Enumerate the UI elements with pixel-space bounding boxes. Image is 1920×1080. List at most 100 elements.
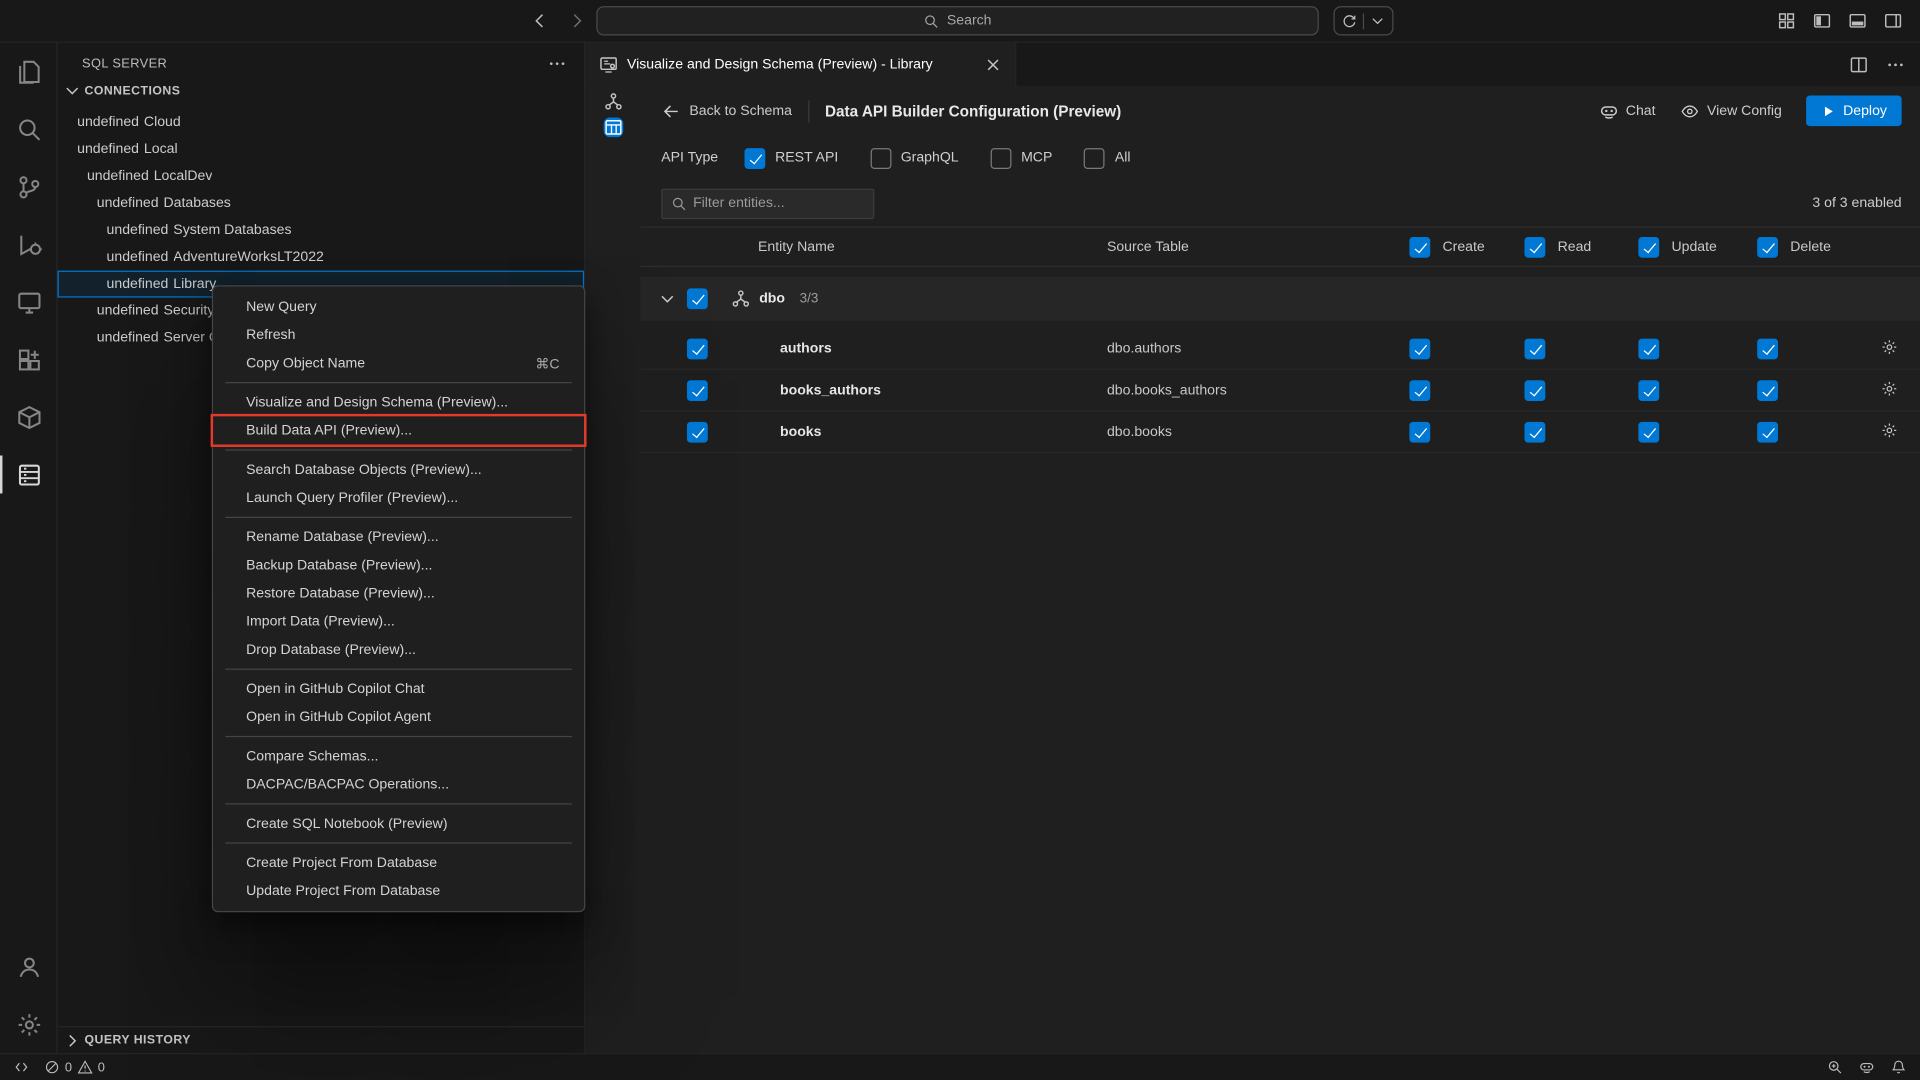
group-checkbox[interactable]	[687, 288, 708, 309]
api-type-all-checkbox[interactable]	[1084, 148, 1105, 169]
menu-item-compare-schemas[interactable]: Compare Schemas...	[213, 742, 584, 770]
chat-button[interactable]: Chat	[1599, 101, 1656, 121]
tree-item-databases[interactable]: undefined Databases	[58, 190, 585, 217]
menu-item-build-data-api-preview[interactable]: Build Data API (Preview)...	[213, 416, 584, 444]
api-type-graphql-checkbox[interactable]	[870, 148, 891, 169]
connections-pane-header[interactable]: CONNECTIONS	[58, 77, 585, 104]
perm-read-checkbox[interactable]	[1525, 421, 1546, 442]
menu-item-dacpac-bacpac-operations[interactable]: DACPAC/BACPAC Operations...	[213, 770, 584, 798]
query-history-pane-header[interactable]: QUERY HISTORY	[58, 1026, 585, 1053]
perm-delete-checkbox[interactable]	[1757, 338, 1778, 359]
remote-indicator-icon[interactable]	[13, 1059, 29, 1075]
perm-delete-checkbox[interactable]	[1757, 421, 1778, 442]
entity-checkbox[interactable]	[687, 380, 708, 401]
nav-back-icon[interactable]	[530, 11, 550, 31]
split-editor-icon[interactable]	[1849, 54, 1869, 74]
tree-item-system-databases[interactable]: undefined System Databases	[58, 217, 585, 244]
perm-update-checkbox[interactable]	[1638, 421, 1659, 442]
api-type-mcp-checkbox[interactable]	[990, 148, 1011, 169]
menu-item-open-in-github-copilot-agent[interactable]: Open in GitHub Copilot Agent	[213, 703, 584, 731]
notifications-bell-icon[interactable]	[1891, 1059, 1907, 1075]
menu-item-search-database-objects-preview[interactable]: Search Database Objects (Preview)...	[213, 456, 584, 484]
data-api-builder-icon[interactable]	[604, 118, 624, 138]
api-type-mcp[interactable]: MCP	[990, 148, 1052, 169]
zoom-icon[interactable]	[1827, 1059, 1843, 1075]
editor-more-actions-icon[interactable]	[1886, 54, 1906, 74]
menu-item-new-query[interactable]: New Query	[213, 293, 584, 321]
menu-item-create-sql-notebook-preview[interactable]: Create SQL Notebook (Preview)	[213, 809, 584, 837]
perm-create-checkbox[interactable]	[1409, 380, 1430, 401]
activity-run-debug-icon[interactable]	[0, 216, 58, 274]
perm-create-header-checkbox[interactable]	[1409, 236, 1430, 257]
activity-account-icon[interactable]	[0, 938, 58, 996]
activity-source-control-icon[interactable]	[0, 158, 58, 216]
layout-mode-button[interactable]	[1333, 6, 1393, 35]
tab-visualize-design-schema[interactable]: Visualize and Design Schema (Preview) - …	[587, 43, 1017, 86]
activity-search-icon[interactable]	[0, 100, 58, 158]
deploy-button[interactable]: Deploy	[1806, 96, 1901, 127]
tree-item-local[interactable]: undefined Local	[58, 136, 585, 163]
tree-item-localdev[interactable]: undefined LocalDev	[58, 163, 585, 190]
activity-files-icon[interactable]	[0, 43, 58, 101]
menu-item-refresh[interactable]: Refresh	[213, 321, 584, 349]
toggle-primary-sidebar-icon[interactable]	[1812, 11, 1832, 31]
tree-item-label: AdventureWorksLT2022	[173, 250, 324, 265]
customize-layout-icon[interactable]	[1777, 11, 1797, 31]
eye-icon	[1680, 101, 1700, 121]
chevron-down-icon[interactable]	[658, 289, 678, 309]
menu-item-visualize-and-design-schema-preview[interactable]: Visualize and Design Schema (Preview)...	[213, 388, 584, 416]
perm-read-header-checkbox[interactable]	[1525, 236, 1546, 257]
perm-update-checkbox[interactable]	[1638, 380, 1659, 401]
tree-item-adventureworkslt2022[interactable]: undefined AdventureWorksLT2022	[58, 244, 585, 271]
activity-remote-explorer-icon[interactable]	[0, 273, 58, 331]
api-type-graphql[interactable]: GraphQL	[870, 148, 959, 169]
api-type-all[interactable]: All	[1084, 148, 1130, 169]
schema-group-row[interactable]: dbo 3/3	[640, 277, 1920, 321]
filter-entities-input[interactable]	[693, 196, 864, 211]
perm-update-header-checkbox[interactable]	[1638, 236, 1659, 257]
menu-item-rename-database-preview[interactable]: Rename Database (Preview)...	[213, 523, 584, 551]
perm-delete-header-checkbox[interactable]	[1757, 236, 1778, 257]
activity-extensions-icon[interactable]	[0, 331, 58, 389]
tree-item-cloud[interactable]: undefined Cloud	[58, 109, 585, 136]
row-settings-gear-icon[interactable]	[1881, 380, 1898, 401]
activity-database-projects-icon[interactable]	[0, 388, 58, 446]
sidebar-more-actions-icon[interactable]	[547, 54, 567, 74]
perm-read-checkbox[interactable]	[1525, 338, 1546, 359]
perm-create-checkbox[interactable]	[1409, 338, 1430, 359]
perm-delete-checkbox[interactable]	[1757, 380, 1778, 401]
menu-item-import-data-preview[interactable]: Import Data (Preview)...	[213, 607, 584, 635]
menu-item-backup-database-preview[interactable]: Backup Database (Preview)...	[213, 551, 584, 579]
activity-settings-gear-icon[interactable]	[0, 996, 58, 1054]
menu-item-create-project-from-database[interactable]: Create Project From Database	[213, 849, 584, 877]
menu-item-launch-query-profiler-preview[interactable]: Launch Query Profiler (Preview)...	[213, 484, 584, 512]
menu-item-copy-object-name[interactable]: Copy Object Name ⌘C	[213, 349, 584, 377]
api-type-label: API Type	[661, 151, 744, 166]
entity-checkbox[interactable]	[687, 421, 708, 442]
back-to-schema-link[interactable]: Back to Schema	[661, 101, 792, 121]
close-tab-icon[interactable]	[983, 54, 1003, 74]
entity-checkbox[interactable]	[687, 338, 708, 359]
perm-read-checkbox[interactable]	[1525, 380, 1546, 401]
schema-diagram-icon[interactable]	[604, 92, 624, 112]
copilot-status-icon[interactable]	[1859, 1059, 1875, 1075]
menu-item-drop-database-preview[interactable]: Drop Database (Preview)...	[213, 636, 584, 664]
activity-sql-server-icon[interactable]	[0, 446, 58, 504]
view-config-button[interactable]: View Config	[1680, 101, 1782, 121]
menu-item-update-project-from-database[interactable]: Update Project From Database	[213, 877, 584, 905]
menu-item-restore-database-preview[interactable]: Restore Database (Preview)...	[213, 579, 584, 607]
toggle-secondary-sidebar-icon[interactable]	[1883, 11, 1903, 31]
row-settings-gear-icon[interactable]	[1881, 421, 1898, 442]
problems-indicator[interactable]: 0 0	[44, 1059, 105, 1075]
nav-forward-icon[interactable]	[567, 11, 587, 31]
perm-update-checkbox[interactable]	[1638, 338, 1659, 359]
api-type-rest-api-checkbox[interactable]	[744, 148, 765, 169]
menu-item-open-in-github-copilot-chat[interactable]: Open in GitHub Copilot Chat	[213, 675, 584, 703]
toggle-panel-icon[interactable]	[1848, 11, 1868, 31]
tree-item-label: Databases	[164, 196, 231, 211]
command-center-search[interactable]: Search	[596, 6, 1318, 35]
row-settings-gear-icon[interactable]	[1881, 338, 1898, 359]
perm-create-checkbox[interactable]	[1409, 421, 1430, 442]
connections-label: CONNECTIONS	[84, 84, 180, 97]
api-type-rest-api[interactable]: REST API	[744, 148, 838, 169]
